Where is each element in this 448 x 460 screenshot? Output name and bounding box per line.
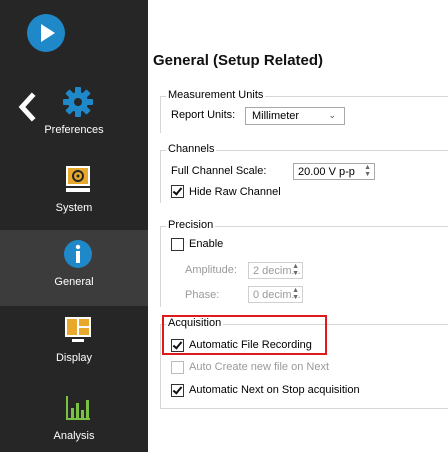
auto-next-checkbox[interactable] — [171, 384, 184, 397]
report-units-value: Millimeter — [252, 110, 300, 122]
sidebar-item-general[interactable]: General — [0, 230, 148, 306]
page-title: General (Setup Related) — [153, 52, 324, 69]
phase-label: Phase: — [185, 289, 220, 301]
system-monitor-icon — [66, 166, 90, 192]
sidebar-item-label: General — [54, 276, 94, 288]
group-title: Measurement Units — [166, 89, 266, 101]
sidebar-item-display[interactable]: Display — [0, 306, 148, 382]
precision-group: Precision Enable Amplitude: 2 decim... ▲… — [160, 219, 448, 307]
full-scale-label: Full Channel Scale: — [171, 165, 267, 177]
enable-precision-checkbox[interactable] — [171, 238, 184, 251]
app-logo-icon[interactable] — [27, 14, 65, 52]
sidebar-item-label: Preferences — [44, 124, 104, 136]
report-units-select[interactable]: Millimeter ⌄ — [245, 107, 345, 125]
sidebar-item-system[interactable]: System — [0, 156, 148, 232]
sidebar-item-preferences[interactable]: Preferences — [0, 78, 148, 154]
group-title: Channels — [166, 143, 217, 155]
phase-spinner[interactable]: 0 decim... ▲ ▼ — [248, 286, 303, 303]
auto-create-file-label: Auto Create new file on Next — [189, 361, 330, 373]
full-scale-spinner[interactable]: 20.00 V p-p ▲ ▼ — [293, 163, 375, 180]
enable-label: Enable — [189, 238, 224, 250]
sidebar-item-label: System — [55, 202, 93, 214]
measurement-units-group: Measurement Units Report Units: Millimet… — [160, 89, 448, 133]
full-scale-value: 20.00 V p-p — [298, 166, 355, 178]
auto-create-file-checkbox[interactable] — [171, 361, 184, 374]
hide-raw-label: Hide Raw Channel — [189, 186, 281, 198]
group-title: Precision — [166, 219, 216, 231]
acquisition-group-bottom-border — [160, 408, 448, 409]
gear-icon — [63, 87, 93, 117]
hide-raw-checkbox[interactable] — [171, 185, 184, 198]
amplitude-label: Amplitude: — [185, 264, 237, 276]
sidebar-item-label: Display — [55, 352, 93, 364]
sidebar: Preferences System General Display Analy… — [0, 0, 148, 452]
report-units-label: Report Units: — [171, 109, 236, 121]
highlight-annotation — [162, 315, 327, 355]
info-icon — [64, 240, 92, 268]
display-layout-icon — [65, 317, 91, 342]
spinner-arrows-icon[interactable]: ▲ ▼ — [364, 164, 371, 178]
spinner-arrows-icon[interactable]: ▲ ▼ — [292, 287, 299, 301]
spinner-arrows-icon[interactable]: ▲ ▼ — [292, 263, 299, 277]
channels-group: Channels Full Channel Scale: 20.00 V p-p… — [160, 143, 448, 203]
auto-next-label: Automatic Next on Stop acquisition — [189, 384, 360, 396]
amplitude-spinner[interactable]: 2 decim... ▲ ▼ — [248, 262, 303, 279]
chevron-down-icon: ⌄ — [328, 110, 336, 120]
sidebar-item-label: Analysis — [53, 430, 95, 442]
bar-chart-icon — [66, 396, 90, 420]
sidebar-item-analysis[interactable]: Analysis — [0, 384, 148, 460]
settings-panel: General (Setup Related) Measurement Unit… — [148, 0, 448, 452]
